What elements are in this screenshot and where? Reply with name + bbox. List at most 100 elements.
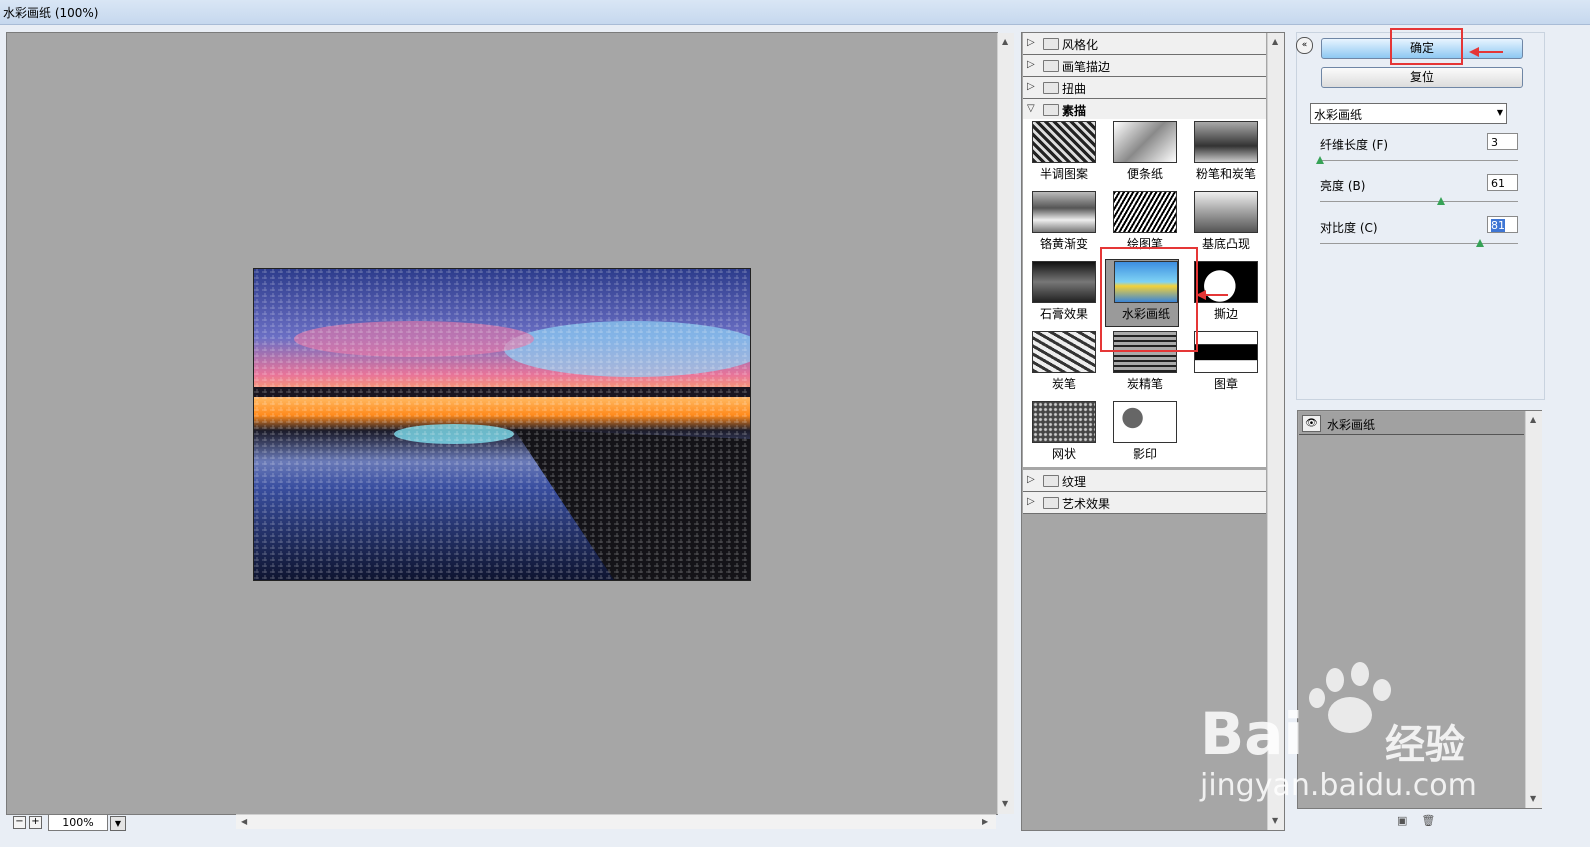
param-label: 亮度 (B)	[1320, 179, 1366, 193]
param-label: 对比度 (C)	[1320, 221, 1378, 235]
preview-image	[253, 268, 751, 581]
thumbnail-image	[1194, 191, 1258, 233]
category-texture[interactable]: ▷ 纹理	[1023, 470, 1266, 492]
filter-thumb-chalk-charcoal[interactable]: 粉笔和炭笔	[1186, 120, 1258, 186]
slider-knob[interactable]	[1476, 239, 1484, 247]
thumbnail-image	[1113, 401, 1177, 443]
reset-button[interactable]: 复位	[1321, 67, 1523, 88]
slider-track[interactable]	[1320, 243, 1518, 244]
category-sketch[interactable]: ▽ 素描	[1023, 99, 1266, 121]
thumbnail-image	[1113, 121, 1177, 163]
thumbnail-image	[1032, 261, 1096, 303]
filter-thumb-plaster[interactable]: 石膏效果	[1024, 260, 1096, 326]
title-bar: 水彩画纸 (100%)	[0, 0, 1590, 25]
red-arrow-icon	[1196, 290, 1228, 300]
layers-scrollbar[interactable]: ▲ ▼	[1525, 411, 1542, 808]
thumb-label: 炭精笔	[1126, 377, 1163, 391]
thumbnail-image	[1032, 401, 1096, 443]
zoom-in-button[interactable]: +	[29, 816, 42, 829]
filter-select-value: 水彩画纸	[1314, 108, 1363, 122]
category-label: 风格化	[1062, 38, 1099, 52]
scroll-up-icon[interactable]: ▲	[1272, 37, 1278, 46]
thumbnail-image	[1032, 331, 1096, 373]
thumbnail-image	[1032, 191, 1096, 233]
folder-icon	[1043, 38, 1059, 50]
preview-vertical-scrollbar[interactable]: ▲ ▼	[997, 33, 1014, 814]
folder-icon	[1043, 60, 1059, 72]
new-effect-layer-icon[interactable]: ▣	[1397, 814, 1407, 827]
zoom-level-field[interactable]: 100%	[48, 814, 108, 831]
thumb-label: 基底凸现	[1201, 237, 1250, 251]
expand-triangle-icon[interactable]: ▷	[1027, 59, 1035, 70]
effect-layer-row[interactable]: 👁 水彩画纸	[1299, 412, 1524, 435]
thumb-label: 图章	[1213, 377, 1238, 391]
filter-thumb-halftone[interactable]: 半调图案	[1024, 120, 1096, 186]
zoom-out-button[interactable]: −	[13, 816, 26, 829]
thumb-label: 便条纸	[1126, 167, 1163, 181]
slider-knob[interactable]	[1437, 197, 1445, 205]
scroll-left-icon[interactable]: ◀	[241, 817, 247, 826]
category-distort[interactable]: ▷ 扭曲	[1023, 77, 1266, 99]
folder-icon	[1043, 497, 1059, 509]
category-stylize[interactable]: ▷ 风格化	[1023, 33, 1266, 55]
open-folder-icon	[1043, 104, 1059, 116]
thumb-label: 炭笔	[1051, 377, 1076, 391]
category-artistic[interactable]: ▷ 艺术效果	[1023, 492, 1266, 514]
thumbnail-image	[1113, 191, 1177, 233]
baidu-jingyan-watermark: Bai 经验 jingyan.baidu.com	[1200, 660, 1500, 803]
filter-thumb-note-paper[interactable]: 便条纸	[1105, 120, 1177, 186]
param-label: 纤维长度 (F)	[1320, 138, 1389, 152]
slider-track[interactable]	[1320, 160, 1518, 161]
filter-thumb-reticulation[interactable]: 网状	[1024, 400, 1096, 466]
slider-knob[interactable]	[1316, 156, 1324, 164]
slider-track[interactable]	[1320, 201, 1518, 202]
thumb-label: 粉笔和炭笔	[1195, 167, 1256, 181]
thumbnail-image	[1194, 121, 1258, 163]
filter-thumb-photocopy[interactable]: 影印	[1105, 400, 1177, 466]
category-label: 画笔描边	[1062, 60, 1111, 74]
filter-thumb-chrome[interactable]: 铬黄渐变	[1024, 190, 1096, 256]
scroll-down-icon[interactable]: ▼	[1530, 794, 1536, 803]
scroll-down-icon[interactable]: ▼	[1002, 799, 1008, 808]
scroll-right-icon[interactable]: ▶	[982, 817, 988, 826]
fiber-length-input[interactable]: 3	[1487, 133, 1518, 150]
thumb-label: 撕边	[1213, 307, 1238, 321]
zoom-dropdown-icon[interactable]: ▼	[110, 816, 126, 831]
category-label: 扭曲	[1062, 82, 1087, 96]
delete-effect-layer-icon[interactable]: 🗑	[1421, 814, 1435, 827]
eye-visibility-icon[interactable]: 👁	[1302, 415, 1321, 432]
contrast-input[interactable]: 81	[1487, 216, 1518, 233]
thumb-label: 半调图案	[1039, 167, 1088, 181]
filter-select[interactable]: 水彩画纸 ▼	[1310, 103, 1507, 124]
collapse-triangle-icon[interactable]: ▽	[1027, 103, 1035, 114]
dropdown-arrow-icon[interactable]: ▼	[1497, 108, 1503, 117]
window-title: 水彩画纸 (100%)	[3, 6, 99, 20]
scroll-up-icon[interactable]: ▲	[1530, 415, 1536, 424]
thumb-label: 网状	[1051, 447, 1076, 461]
highlight-box-ok	[1390, 28, 1463, 65]
watermark-brand: Bai	[1200, 700, 1304, 768]
expand-triangle-icon[interactable]: ▷	[1027, 474, 1035, 485]
expand-triangle-icon[interactable]: ▷	[1027, 37, 1035, 48]
category-brush-strokes[interactable]: ▷ 画笔描边	[1023, 55, 1266, 77]
preview-horizontal-scrollbar[interactable]: ◀ ▶	[236, 814, 996, 829]
highlight-box-selected-filter	[1100, 247, 1198, 352]
brightness-input[interactable]: 61	[1487, 174, 1518, 191]
thumbnail-image	[1194, 331, 1258, 373]
watermark-url: jingyan.baidu.com	[1200, 768, 1477, 803]
layer-actions: ▣ 🗑	[1397, 814, 1435, 827]
scroll-up-icon[interactable]: ▲	[1002, 37, 1008, 46]
thumb-label: 影印	[1132, 447, 1157, 461]
filter-thumb-charcoal[interactable]: 炭笔	[1024, 330, 1096, 396]
category-label: 艺术效果	[1062, 497, 1111, 511]
scroll-down-icon[interactable]: ▼	[1272, 816, 1278, 825]
expand-triangle-icon[interactable]: ▷	[1027, 81, 1035, 92]
watermark-brand2: 经验	[1385, 722, 1465, 768]
collapse-gallery-button[interactable]: «	[1296, 37, 1313, 54]
folder-icon	[1043, 475, 1059, 487]
thumbnail-image	[1032, 121, 1096, 163]
thumb-label: 石膏效果	[1039, 307, 1088, 321]
thumb-label: 铬黄渐变	[1039, 237, 1088, 251]
category-label: 素描	[1062, 104, 1087, 118]
expand-triangle-icon[interactable]: ▷	[1027, 496, 1035, 507]
